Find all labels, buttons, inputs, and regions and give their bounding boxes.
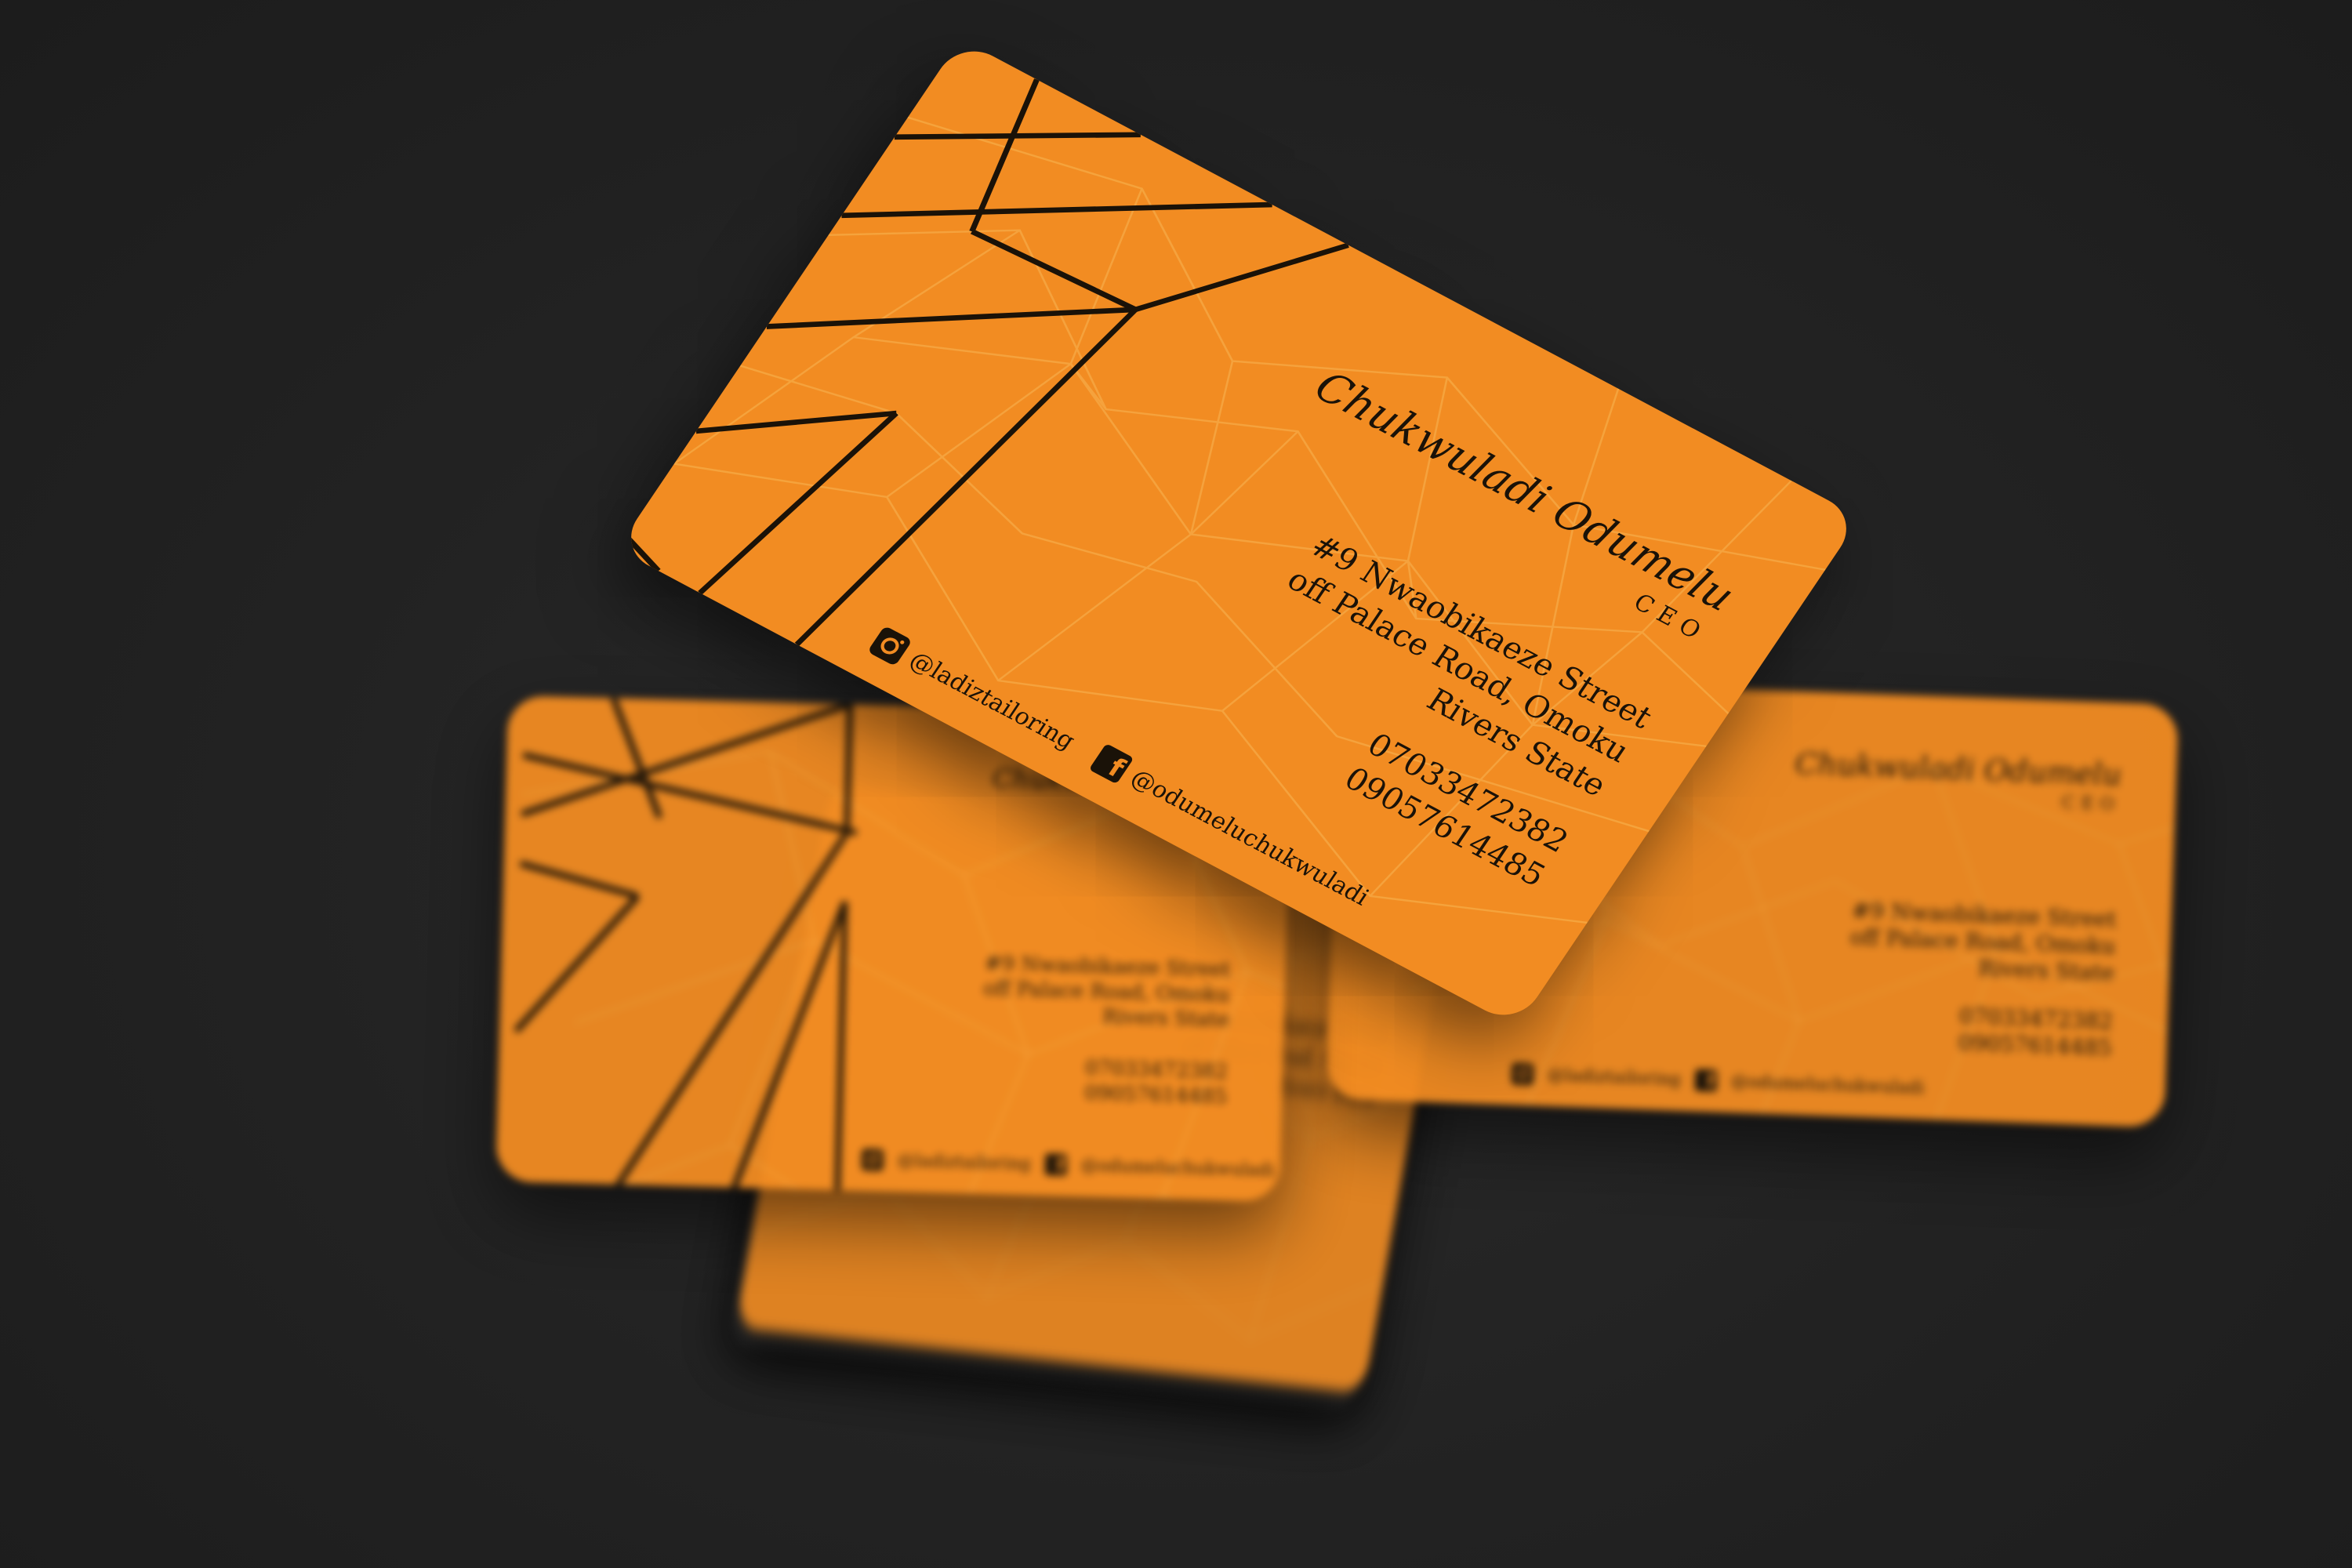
- phone-block: 07033472382 09057614485: [1958, 1003, 2113, 1062]
- phone-block: 07033472382 09057614485: [1084, 1055, 1229, 1109]
- phone-2: 09057614485: [1958, 1029, 2113, 1062]
- facebook-handle: @odumeluchukwuladi: [1730, 1071, 1926, 1098]
- instagram-icon: [1511, 1062, 1534, 1086]
- instagram-handle: @ladiztailoring: [1547, 1065, 1682, 1090]
- instagram-handle: @ladiztailoring: [897, 1150, 1032, 1174]
- mockup-scene: #9 Nwaobikaeze Street off Palace Road, O…: [0, 0, 2352, 1568]
- facebook-handle: @odumeluchukwuladi: [1080, 1155, 1275, 1181]
- card-title: CEO: [2061, 793, 2122, 815]
- phone-1: 07033472382: [1084, 1056, 1229, 1084]
- facebook-icon: f: [1694, 1069, 1718, 1092]
- address-block: #9 Nwaobikaeze Street off Palace Road, O…: [1849, 897, 2117, 986]
- facebook-icon: f: [1044, 1153, 1068, 1176]
- address-block: #9 Nwaobikaeze Street off Palace Road, O…: [982, 951, 1231, 1033]
- instagram-icon: [861, 1149, 884, 1171]
- phone-2: 09057614485: [1083, 1081, 1228, 1109]
